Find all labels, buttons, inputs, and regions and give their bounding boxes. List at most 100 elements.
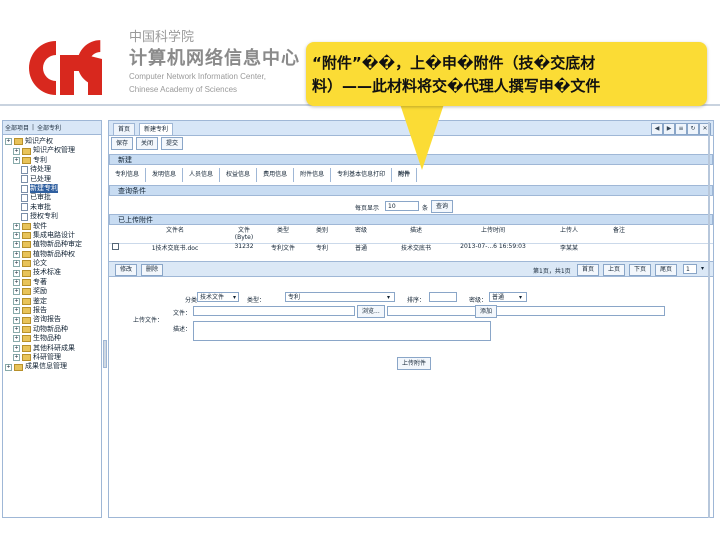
expand-toggle-icon[interactable]: + — [13, 147, 20, 155]
expand-toggle-icon[interactable]: + — [13, 250, 20, 258]
page-size-input[interactable]: 10 — [385, 201, 419, 211]
edit-button[interactable]: 修改 — [115, 264, 138, 276]
expand-toggle-icon[interactable]: + — [13, 269, 20, 277]
subtab-item[interactable]: 附件信息 — [294, 168, 332, 182]
table-cell: 专利文件 — [270, 245, 295, 252]
sidebar-item-label: 知识产权管理 — [33, 146, 75, 155]
add-button[interactable]: 添加 — [475, 305, 498, 318]
sidebar-item[interactable]: 待处理 — [5, 165, 101, 174]
pager-prev-button[interactable]: 上页 — [603, 264, 626, 276]
sidebar-item[interactable]: + 知识产权管理 — [5, 146, 101, 155]
close-button[interactable]: 关闭 — [136, 137, 159, 150]
expand-toggle-icon[interactable]: + — [13, 288, 20, 296]
sidebar-item[interactable]: + 奖励 — [5, 287, 101, 296]
file-description-input[interactable] — [387, 306, 665, 316]
sidebar-item[interactable]: + 知识产权 — [5, 137, 101, 146]
sidebar-item[interactable]: + 鉴定 — [5, 297, 101, 306]
folder-icon — [22, 241, 31, 249]
sidebar-item-label: 咨询报告 — [33, 315, 61, 324]
delete-button[interactable]: 删除 — [141, 264, 164, 276]
expand-toggle-icon[interactable]: + — [13, 307, 20, 315]
sidebar-item-label: 已处理 — [30, 174, 51, 183]
sidebar-item[interactable]: + 咨询报告 — [5, 315, 101, 324]
expand-toggle-icon[interactable]: + — [13, 297, 20, 305]
sidebar-item[interactable]: + 软件 — [5, 222, 101, 231]
expand-toggle-icon[interactable]: + — [13, 326, 20, 333]
pager-next-button[interactable]: 下页 — [629, 264, 652, 276]
sidebar-item[interactable]: 新建专利 — [5, 183, 101, 194]
expand-toggle-icon[interactable]: + — [13, 354, 20, 362]
sidebar-item[interactable]: + 专利 — [5, 156, 101, 165]
sidebar-item[interactable]: + 集成电路设计 — [5, 231, 101, 240]
tab-refresh-icon[interactable]: ↻ — [687, 123, 699, 135]
sidebar-item[interactable]: + 科研管理 — [5, 353, 101, 362]
type-select[interactable]: 专利 — [285, 292, 395, 302]
tab-new-patent[interactable]: 新建专利 — [139, 123, 174, 135]
sidebar-item[interactable]: 已处理 — [5, 175, 101, 184]
expand-toggle-icon[interactable]: + — [13, 279, 20, 287]
order-input[interactable] — [429, 292, 457, 302]
sidebar-item[interactable]: + 技术标准 — [5, 268, 101, 277]
subtab-item[interactable]: 专利信息 — [109, 168, 147, 182]
folder-icon — [14, 363, 23, 371]
expand-toggle-icon[interactable]: + — [13, 335, 20, 343]
column-header: 备注 — [612, 227, 625, 234]
sidebar-item[interactable]: + 报告 — [5, 306, 101, 315]
upload-attachment-button[interactable]: 上传附件 — [397, 357, 432, 370]
subtab-item[interactable]: 权益信息 — [220, 168, 258, 182]
sidebar-item[interactable]: + 动物新品种 — [5, 325, 101, 334]
expand-toggle-icon[interactable]: + — [13, 222, 20, 230]
tab-list-icon[interactable]: ≡ — [675, 123, 687, 135]
section-uploaded: 已上传附件 — [109, 214, 713, 225]
sidebar-item[interactable]: 已审批 — [5, 193, 101, 203]
column-header: 上传时间 — [480, 227, 505, 234]
table-row[interactable]: 1技术交底书.doc 31232 专利文件 专利 普通 技术交底书 2013-07-...6… — [109, 243, 713, 257]
expand-toggle-icon[interactable]: + — [13, 156, 20, 164]
panel-splitter[interactable] — [103, 340, 107, 368]
remark-textarea[interactable] — [193, 321, 491, 341]
save-button[interactable]: 保存 — [111, 137, 134, 150]
sidebar-item[interactable]: + 专著 — [5, 278, 101, 287]
tab-scroll-left-icon[interactable]: ◀ — [651, 123, 663, 135]
sidebar-item-label: 知识产权 — [25, 137, 53, 145]
sidebar-item[interactable]: 授权专利 — [5, 212, 101, 221]
table-cell — [599, 243, 639, 257]
expand-toggle-icon[interactable]: + — [13, 241, 20, 249]
expand-toggle-icon[interactable]: + — [13, 232, 20, 240]
sidebar-item[interactable]: 未审批 — [5, 203, 101, 212]
folder-icon — [22, 316, 31, 324]
pager-first-button[interactable]: 首页 — [577, 264, 600, 276]
sidebar-tab-all-projects[interactable]: 全部项目 — [5, 123, 29, 132]
sidebar-item[interactable]: + 成果信息管理 — [5, 362, 101, 371]
tab-scroll-right-icon[interactable]: ▶ — [663, 123, 675, 135]
row-checkbox[interactable] — [109, 243, 121, 257]
sidebar-item-label: 软件 — [33, 221, 47, 230]
subtab-item[interactable]: 人员信息 — [183, 168, 221, 182]
file-path-input[interactable] — [193, 306, 355, 316]
subtab-item[interactable]: 附件 — [392, 168, 418, 182]
table-cell: 专利 — [315, 245, 328, 252]
file-label: 文件： — [173, 310, 192, 317]
submit-button[interactable]: 提交 — [161, 137, 184, 150]
subtab-item[interactable]: 专利基本信息打印 — [331, 168, 393, 182]
expand-toggle-icon[interactable]: + — [5, 363, 12, 371]
page-number-input[interactable]: 1 — [683, 264, 697, 274]
tab-home[interactable]: 首页 — [113, 123, 136, 135]
expand-toggle-icon[interactable]: + — [5, 138, 12, 146]
browse-button[interactable]: 浏览... — [357, 305, 385, 318]
subtab-item[interactable]: 发明信息 — [146, 168, 184, 182]
subtab-item[interactable]: 费用信息 — [257, 168, 295, 182]
sidebar-item[interactable]: + 植物新品种审定 — [5, 240, 101, 249]
pager-last-button[interactable]: 尾页 — [655, 264, 678, 276]
sidebar-item[interactable]: + 植物新品种权 — [5, 250, 101, 259]
page-go-icon[interactable]: ▾ — [701, 265, 704, 272]
expand-toggle-icon[interactable]: + — [13, 344, 20, 352]
sidebar-item[interactable]: + 其他科研成果 — [5, 344, 101, 353]
sidebar-item[interactable]: + 生物品种 — [5, 334, 101, 343]
document-icon — [21, 212, 28, 221]
expand-toggle-icon[interactable]: + — [13, 260, 20, 268]
section-new-title: 新建 — [118, 156, 132, 164]
expand-toggle-icon[interactable]: + — [13, 316, 20, 324]
query-button[interactable]: 查询 — [431, 200, 454, 213]
sidebar-tab-all-patents[interactable]: 全部专利 — [37, 123, 61, 132]
